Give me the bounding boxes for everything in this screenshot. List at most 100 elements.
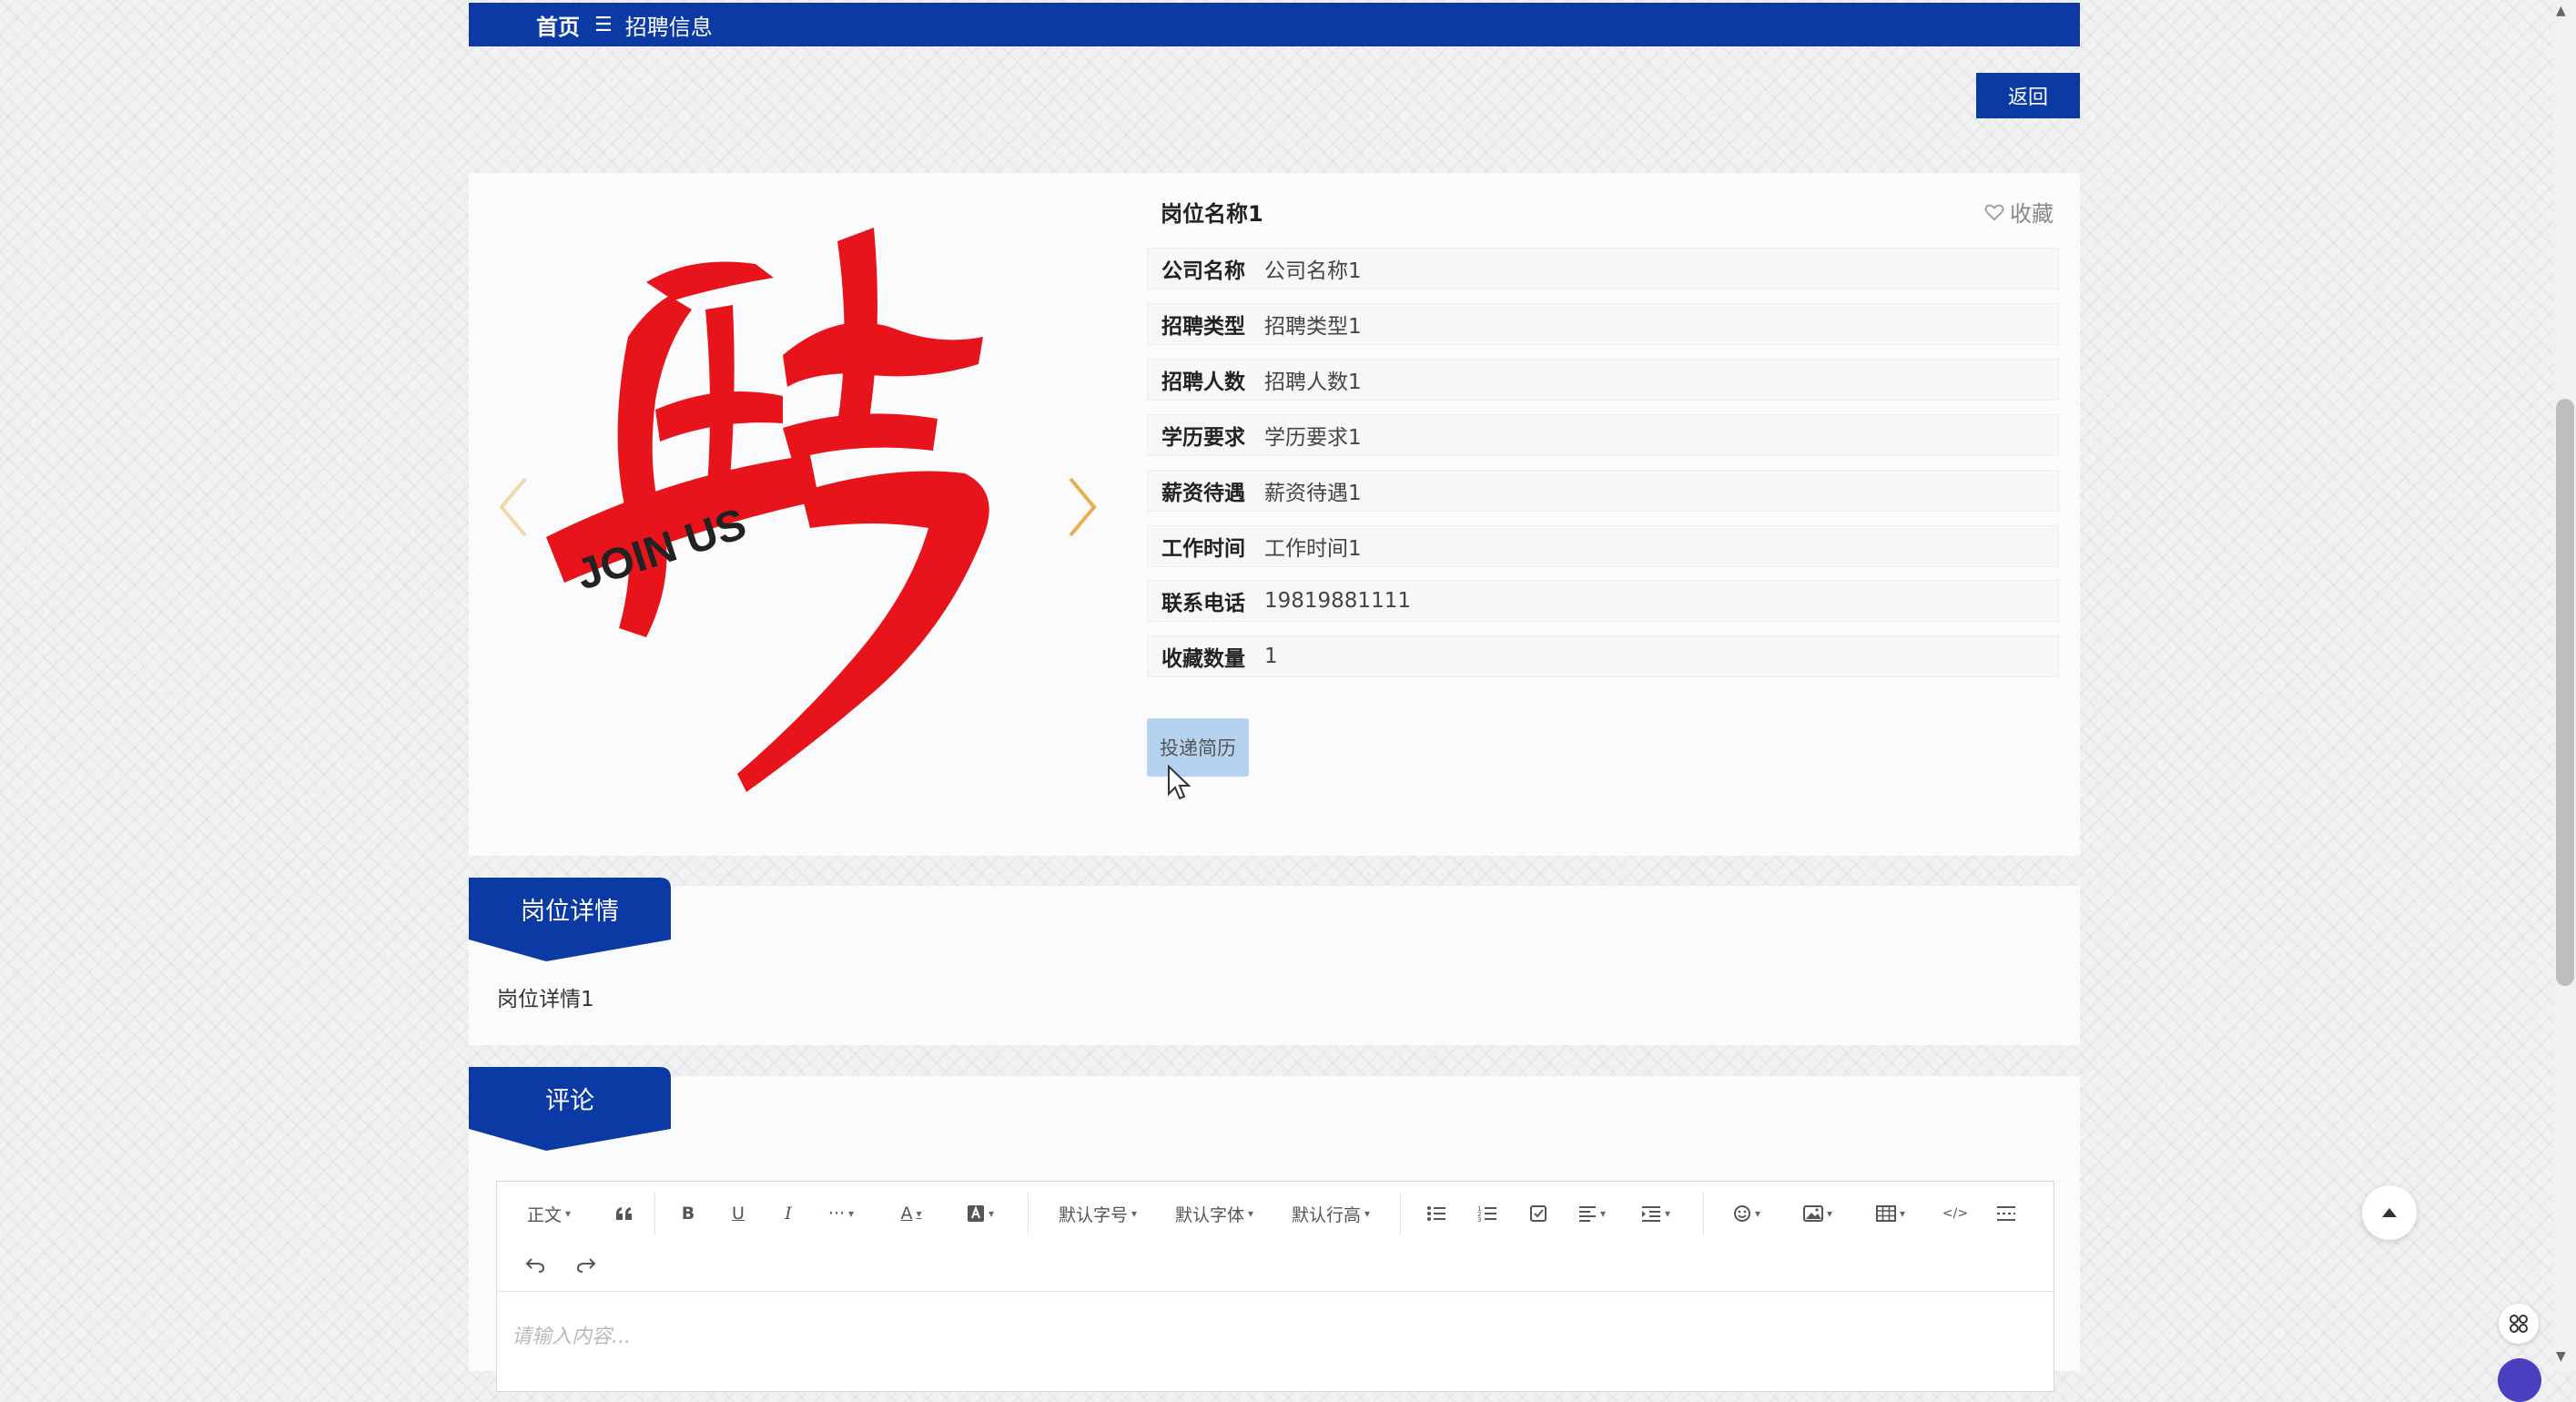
editor-placeholder[interactable]: 请输入内容... bbox=[512, 1320, 631, 1349]
carousel-next-arrow-icon[interactable] bbox=[1063, 475, 1100, 539]
job-details-heading-wrap: 岗位详情 bbox=[469, 878, 671, 940]
info-label: 工作时间 bbox=[1161, 537, 1245, 561]
favorite-button[interactable]: 收藏 bbox=[1984, 196, 2054, 228]
triangle-up-icon bbox=[2382, 1208, 2397, 1217]
quote-button[interactable] bbox=[606, 1198, 643, 1229]
comment-heading: 评论 bbox=[545, 1086, 594, 1115]
toolbar-divider bbox=[1703, 1193, 1704, 1234]
numbered-list-icon: 123 bbox=[1477, 1205, 1496, 1223]
caret-down-icon: ▾ bbox=[848, 1207, 855, 1220]
favorite-label: 收藏 bbox=[2010, 201, 2054, 227]
caret-down-icon: ▾ bbox=[1247, 1207, 1254, 1220]
divider-button[interactable] bbox=[1988, 1198, 2024, 1229]
heart-icon bbox=[1984, 204, 2004, 220]
job-details-heading: 岗位详情 bbox=[521, 897, 619, 926]
code-button[interactable]: </> bbox=[1937, 1198, 1973, 1229]
info-label: 招聘人数 bbox=[1161, 371, 1245, 394]
caret-down-icon: ▾ bbox=[564, 1207, 572, 1220]
numbered-list-button[interactable]: 123 bbox=[1469, 1198, 1506, 1229]
font-family-label: 默认字体 bbox=[1174, 1204, 1244, 1225]
scroll-down-arrow-icon[interactable]: ▼ bbox=[2556, 1349, 2566, 1364]
info-value: 招聘类型1 bbox=[1264, 315, 1362, 339]
font-color-label: A bbox=[900, 1204, 913, 1224]
emoji-dropdown[interactable]: ▾ bbox=[1726, 1198, 1768, 1229]
undo-button[interactable] bbox=[517, 1249, 553, 1280]
line-height-dropdown[interactable]: 默认行高 ▾ bbox=[1285, 1198, 1376, 1229]
align-dropdown[interactable]: ▾ bbox=[1571, 1198, 1613, 1229]
caret-down-icon: ▾ bbox=[988, 1207, 995, 1220]
info-value: 工作时间1 bbox=[1264, 537, 1362, 561]
toolbar-divider bbox=[654, 1193, 655, 1234]
info-value: 公司名称1 bbox=[1264, 259, 1362, 283]
breadcrumb: 首页 ☰ 招聘信息 bbox=[469, 3, 2080, 46]
comment-heading-wrap: 评论 bbox=[469, 1067, 671, 1129]
bold-button[interactable]: B bbox=[670, 1198, 706, 1229]
caret-down-icon: ▾ bbox=[1131, 1207, 1138, 1220]
carousel-image: JOIN US bbox=[546, 228, 989, 792]
caret-down-icon: ▾ bbox=[1754, 1207, 1761, 1220]
svg-text:3: 3 bbox=[1477, 1216, 1481, 1223]
info-row-headcount: 招聘人数 招聘人数1 bbox=[1147, 359, 2059, 401]
info-label: 学历要求 bbox=[1161, 426, 1245, 450]
redo-icon bbox=[576, 1258, 596, 1273]
info-row-company: 公司名称 公司名称1 bbox=[1147, 248, 2059, 290]
checkbox-icon bbox=[1530, 1205, 1547, 1222]
caret-down-icon: ▾ bbox=[1364, 1207, 1371, 1220]
table-dropdown[interactable]: ▾ bbox=[1870, 1198, 1912, 1229]
breadcrumb-home-link[interactable]: 首页 bbox=[536, 9, 580, 41]
more-format-label: ··· bbox=[827, 1204, 846, 1224]
back-to-top-button[interactable] bbox=[2362, 1185, 2417, 1240]
paragraph-style-dropdown[interactable]: 正文 ▾ bbox=[521, 1198, 577, 1229]
caret-down-icon: ▾ bbox=[1899, 1207, 1906, 1220]
italic-button[interactable]: I bbox=[770, 1198, 806, 1229]
info-row-education: 学历要求 学历要求1 bbox=[1147, 414, 2059, 456]
caret-down-icon: ▾ bbox=[1599, 1207, 1607, 1220]
breadcrumb-separator-icon: ☰ bbox=[594, 13, 613, 36]
scrollbar-thumb[interactable] bbox=[2556, 399, 2574, 986]
info-row-salary: 薪资待遇 薪资待遇1 bbox=[1147, 470, 2059, 512]
more-format-dropdown[interactable]: ··· ▾ bbox=[820, 1198, 862, 1229]
info-value: 学历要求1 bbox=[1264, 426, 1362, 450]
todo-list-button[interactable] bbox=[1520, 1198, 1557, 1229]
info-label: 联系电话 bbox=[1161, 592, 1245, 615]
toolbar-divider bbox=[1400, 1193, 1401, 1234]
back-button[interactable]: 返回 bbox=[1976, 73, 2080, 118]
info-label: 招聘类型 bbox=[1161, 315, 1245, 339]
info-label: 收藏数量 bbox=[1161, 647, 1245, 671]
info-row-work-time: 工作时间 工作时间1 bbox=[1147, 525, 2059, 567]
floating-widget-button[interactable] bbox=[2499, 1304, 2539, 1344]
carousel-prev-arrow-icon[interactable] bbox=[496, 475, 532, 539]
job-details-section bbox=[469, 886, 2080, 1045]
image-icon bbox=[1802, 1205, 1823, 1222]
image-dropdown[interactable]: ▾ bbox=[1797, 1198, 1839, 1229]
font-family-dropdown[interactable]: 默认字体 ▾ bbox=[1169, 1198, 1260, 1229]
bullet-list-button[interactable] bbox=[1418, 1198, 1455, 1229]
mouse-cursor-icon bbox=[1168, 765, 1192, 800]
align-left-icon bbox=[1578, 1206, 1596, 1222]
line-height-label: 默认行高 bbox=[1291, 1204, 1361, 1225]
redo-button[interactable] bbox=[568, 1249, 604, 1280]
paragraph-style-label: 正文 bbox=[526, 1204, 562, 1225]
background-color-icon bbox=[967, 1205, 984, 1222]
scroll-up-arrow-icon[interactable]: ▲ bbox=[2556, 4, 2566, 18]
indent-icon bbox=[1641, 1206, 1660, 1222]
font-color-dropdown[interactable]: A ▾ bbox=[890, 1198, 932, 1229]
info-value: 薪资待遇1 bbox=[1264, 482, 1362, 505]
underline-button[interactable]: U bbox=[720, 1198, 756, 1229]
apply-resume-button[interactable]: 投递简历 bbox=[1147, 718, 1249, 777]
assistant-avatar[interactable] bbox=[2498, 1358, 2541, 1402]
toolbar-divider bbox=[1028, 1193, 1029, 1234]
caret-down-icon: ▾ bbox=[1664, 1207, 1671, 1220]
quote-icon bbox=[616, 1207, 632, 1220]
undo-icon bbox=[525, 1258, 545, 1273]
indent-dropdown[interactable]: ▾ bbox=[1635, 1198, 1677, 1229]
font-size-label: 默认字号 bbox=[1058, 1204, 1128, 1225]
emoji-icon bbox=[1733, 1205, 1750, 1222]
table-icon bbox=[1875, 1205, 1896, 1222]
font-size-dropdown[interactable]: 默认字号 ▾ bbox=[1052, 1198, 1143, 1229]
background-color-dropdown[interactable]: ▾ bbox=[959, 1198, 1001, 1229]
info-row-type: 招聘类型 招聘类型1 bbox=[1147, 303, 2059, 345]
caret-down-icon: ▾ bbox=[1826, 1207, 1833, 1220]
bullet-list-icon bbox=[1427, 1206, 1445, 1221]
editor-toolbar: 正文 ▾ B U I ··· ▾ A ▾ ▾ 默认字号 ▾ 默认字体 ▾ 默认行高 ▾ 12… bbox=[497, 1182, 2054, 1292]
